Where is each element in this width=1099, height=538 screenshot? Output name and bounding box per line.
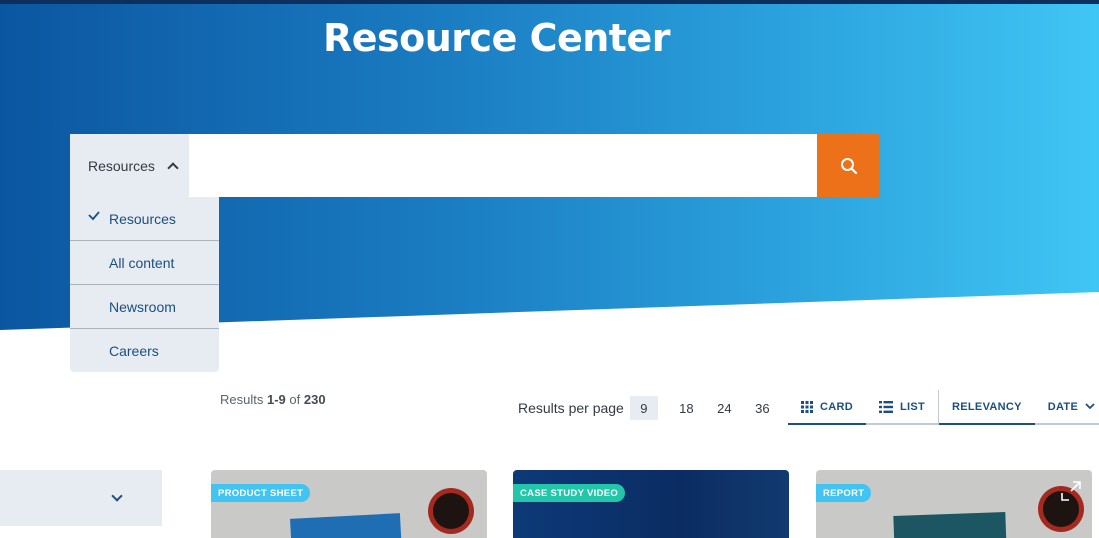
- card-type-badge: PRODUCT SHEET: [211, 484, 311, 502]
- scope-dropdown-toggle[interactable]: Resources: [70, 134, 189, 197]
- search-input[interactable]: [189, 134, 817, 197]
- card-view-label: CARD: [820, 400, 853, 413]
- sort-relevancy-label: RELEVANCY: [952, 400, 1022, 413]
- rpp-option-9[interactable]: 9: [629, 396, 658, 420]
- list-icon: [878, 400, 893, 413]
- search-icon: [840, 157, 857, 174]
- results-prefix: Results: [220, 392, 264, 407]
- rpp-option-18[interactable]: 18: [668, 396, 705, 420]
- scope-option-newsroom[interactable]: Newsroom: [70, 285, 219, 329]
- scope-option-resources[interactable]: Resources: [70, 197, 219, 241]
- sort-date-label: DATE: [1047, 400, 1079, 413]
- card-thumbnail-document: [290, 513, 402, 538]
- scope-option-label: All content: [109, 254, 175, 271]
- results-range: 1-9: [266, 392, 286, 407]
- scope-label: Resources: [88, 157, 155, 174]
- results-per-page: Results per page 9 18 24 36: [518, 396, 782, 420]
- expand-icon[interactable]: [1060, 480, 1082, 502]
- card-thumbnail-mug: [428, 488, 474, 534]
- results-per-page-label: Results per page: [518, 400, 624, 416]
- resource-center-page: Resource Center Resources Resources All …: [0, 0, 1099, 538]
- checkmark-icon: [88, 211, 100, 221]
- grid-icon: [801, 400, 813, 413]
- resource-card-product-sheet[interactable]: PRODUCT SHEET: [211, 470, 487, 538]
- scope-option-label: Resources: [109, 210, 176, 227]
- scope-option-careers[interactable]: Careers: [70, 329, 219, 372]
- results-count: Results 1-9 of 230: [220, 392, 326, 407]
- rpp-option-36[interactable]: 36: [744, 396, 781, 420]
- scope-option-label: Newsroom: [109, 298, 176, 315]
- search-button[interactable]: [817, 134, 880, 197]
- results-total: 230: [303, 392, 326, 407]
- list-view-button[interactable]: LIST: [865, 390, 939, 425]
- resource-card-report[interactable]: REPORT: [816, 470, 1092, 538]
- page-title: Resource Center: [323, 16, 670, 60]
- search-bar: Resources: [70, 134, 880, 197]
- sort-relevancy-button[interactable]: RELEVANCY: [939, 390, 1035, 425]
- scope-option-label: Careers: [109, 342, 159, 359]
- card-view-button[interactable]: CARD: [788, 390, 866, 425]
- card-type-badge: REPORT: [816, 484, 872, 502]
- rpp-option-24[interactable]: 24: [706, 396, 743, 420]
- resource-card-case-study-video[interactable]: CASE STUDY VIDEO: [513, 470, 789, 538]
- filter-accordion[interactable]: [0, 470, 162, 526]
- scope-dropdown-menu: Resources All content Newsroom Careers: [70, 197, 219, 372]
- chevron-down-icon: [1085, 403, 1095, 410]
- list-view-label: LIST: [899, 400, 926, 413]
- results-of: of: [289, 392, 301, 407]
- scope-option-all-content[interactable]: All content: [70, 241, 219, 285]
- sort-date-button[interactable]: DATE: [1034, 390, 1099, 425]
- card-type-badge: CASE STUDY VIDEO: [513, 484, 626, 502]
- chevron-down-icon: [111, 490, 123, 502]
- chevron-up-icon: [167, 161, 179, 174]
- top-accent-line: [0, 0, 1099, 4]
- view-sort-tabs: CARD LIST RELEVANCY DATE: [788, 390, 1099, 425]
- card-thumbnail-document: [893, 512, 1007, 538]
